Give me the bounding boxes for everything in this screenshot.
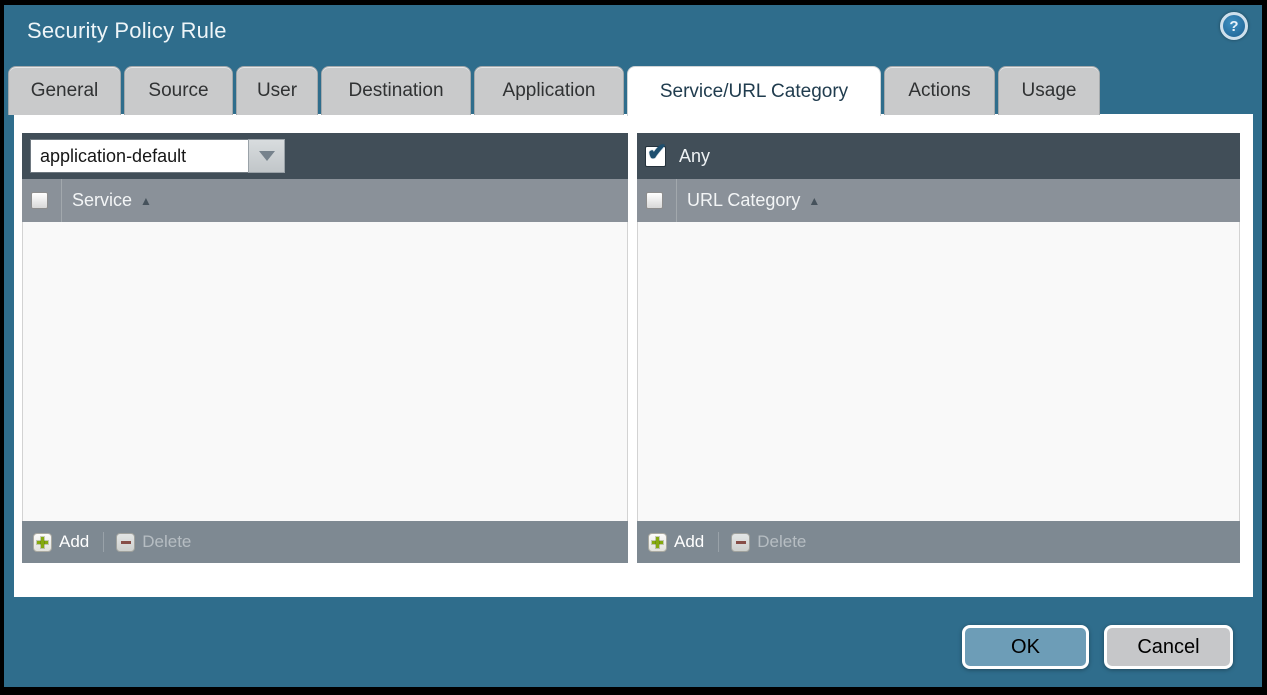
service-panel-header: application-default [22,133,628,179]
help-icon[interactable]: ? [1220,12,1248,40]
service-column-label[interactable]: Service [72,190,132,211]
service-add-button[interactable]: Add [33,532,89,552]
url-category-panel: ✔ Any URL Category ▲ Add Delete [637,133,1240,563]
help-icon-glyph: ? [1229,18,1238,35]
minus-icon [116,533,135,552]
service-panel-footer: Add Delete [22,521,628,563]
service-type-value[interactable]: application-default [30,139,248,173]
tab-usage[interactable]: Usage [998,66,1100,115]
service-type-dropdown[interactable]: application-default [30,139,285,173]
dialog-title: Security Policy Rule [27,18,227,44]
url-category-add-button[interactable]: Add [648,532,704,552]
tab-service-url-category[interactable]: Service/URL Category [627,66,881,116]
tab-content-area: application-default Service ▲ Add [14,114,1253,597]
tab-destination[interactable]: Destination [321,66,471,115]
footer-divider [103,532,104,552]
tab-user[interactable]: User [236,66,318,115]
service-delete-button[interactable]: Delete [116,532,191,552]
url-category-delete-button[interactable]: Delete [731,532,806,552]
tab-general[interactable]: General [8,66,121,115]
service-column-header: Service ▲ [22,179,628,222]
column-divider [61,179,62,222]
plus-icon [648,533,667,552]
tab-source[interactable]: Source [124,66,233,115]
service-type-dropdown-button[interactable] [248,139,285,173]
footer-divider [718,532,719,552]
cancel-button[interactable]: Cancel [1104,625,1233,669]
url-category-panel-footer: Add Delete [637,521,1240,563]
security-policy-rule-dialog: Security Policy Rule ? General Source Us… [4,5,1262,687]
tab-application[interactable]: Application [474,66,624,115]
url-category-panel-header: ✔ Any [637,133,1240,179]
sort-asc-icon[interactable]: ▲ [808,194,820,208]
tab-bar: General Source User Destination Applicat… [8,66,1100,115]
chevron-down-icon [259,151,275,161]
url-category-table-body[interactable] [637,222,1240,521]
any-checkbox[interactable]: ✔ [645,146,666,167]
column-divider [676,179,677,222]
url-category-column-label[interactable]: URL Category [687,190,800,211]
any-checkbox-label[interactable]: Any [679,146,710,167]
url-category-select-all-checkbox[interactable] [646,192,663,209]
ok-button[interactable]: OK [962,625,1089,669]
url-category-column-header: URL Category ▲ [637,179,1240,222]
plus-icon [33,533,52,552]
tab-actions[interactable]: Actions [884,66,995,115]
service-table-body[interactable] [22,222,628,521]
sort-asc-icon[interactable]: ▲ [140,194,152,208]
service-select-all-checkbox[interactable] [31,192,48,209]
service-panel: application-default Service ▲ Add [22,133,628,563]
minus-icon [731,533,750,552]
checkmark-icon: ✔ [647,138,667,167]
